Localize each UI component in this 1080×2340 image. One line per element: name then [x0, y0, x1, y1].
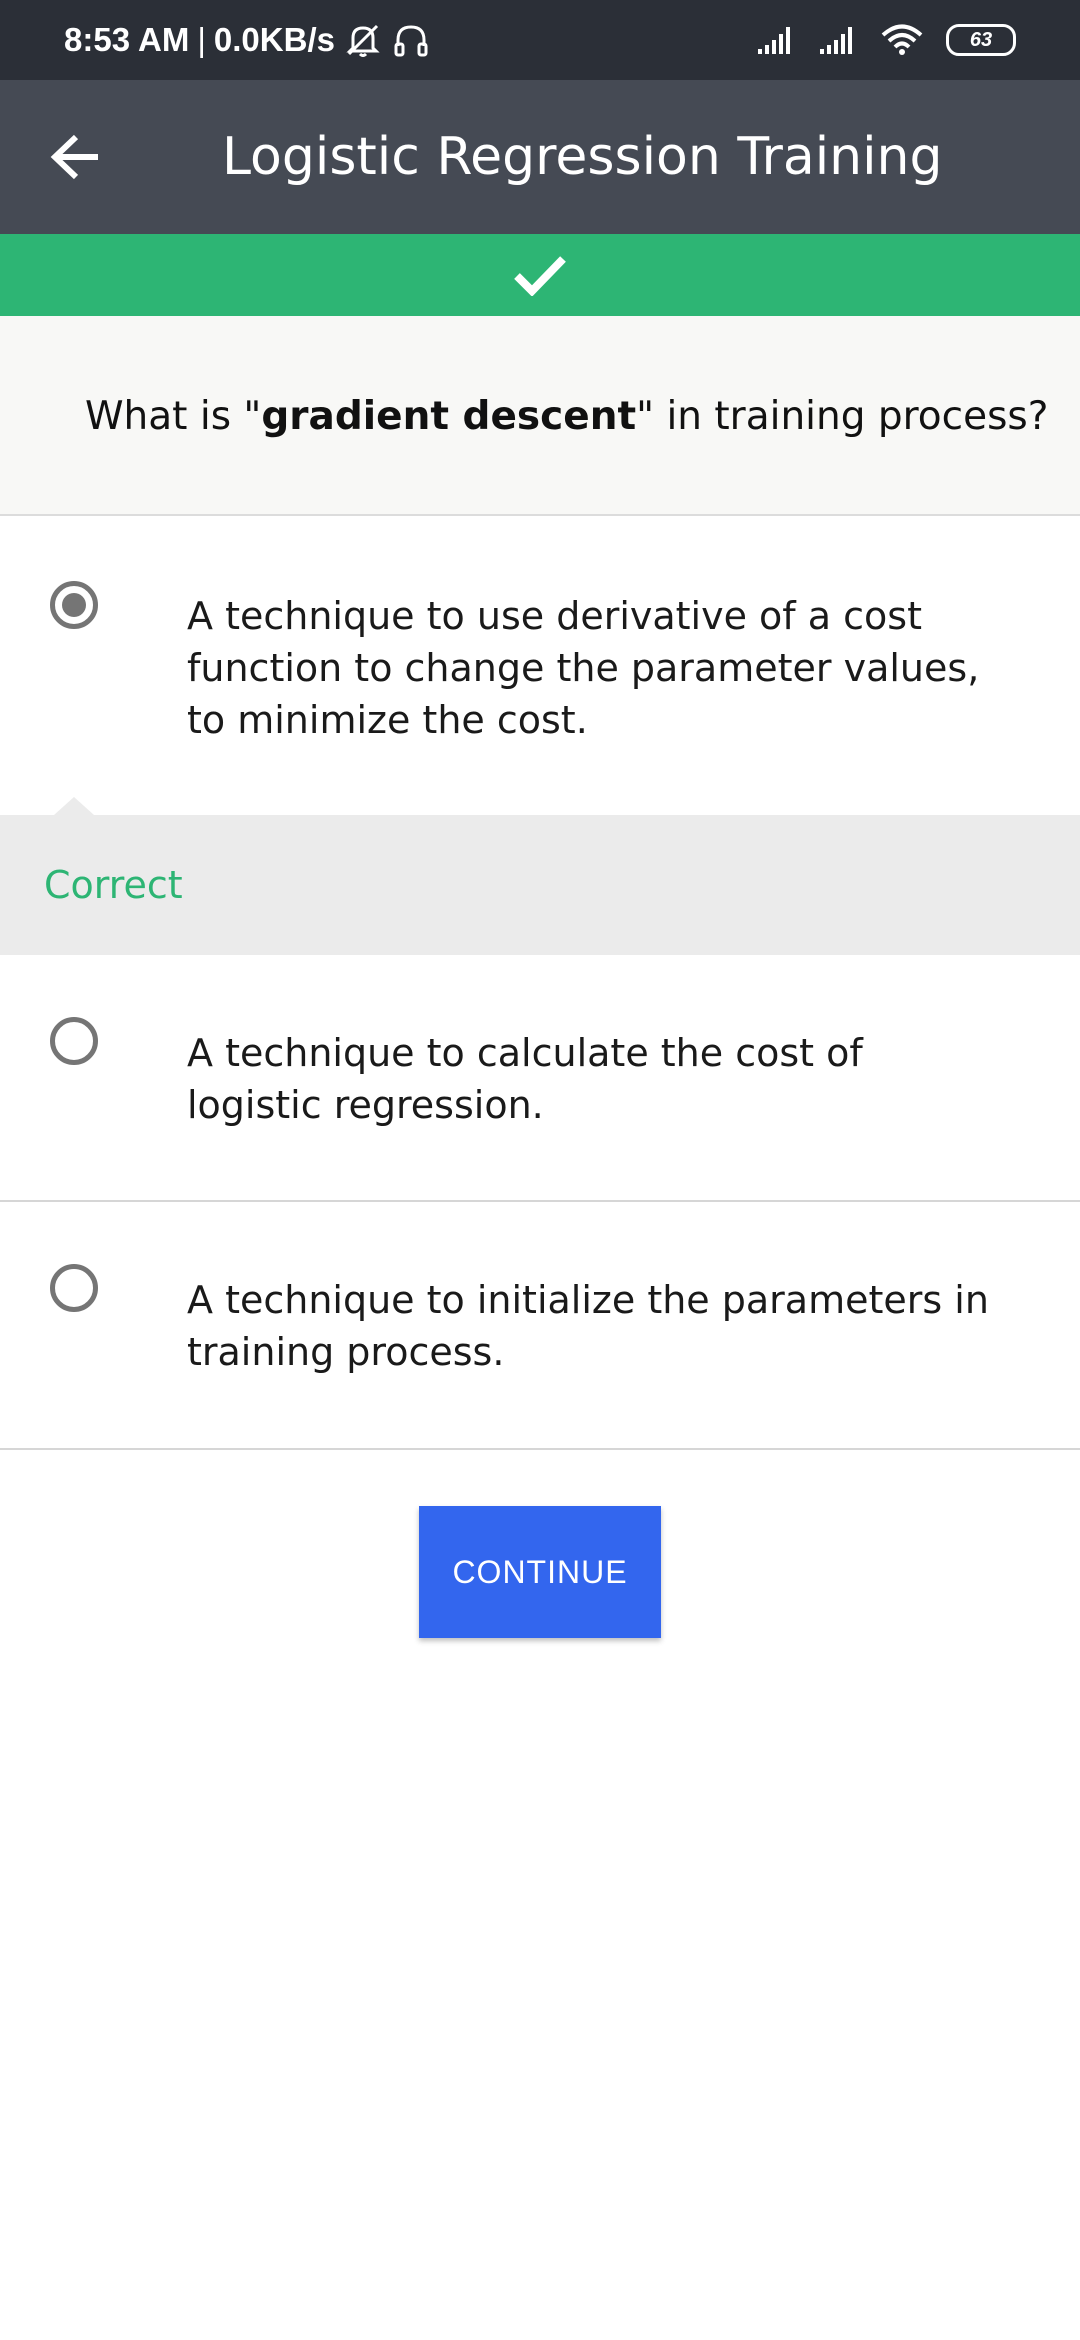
- radio-unselected-icon[interactable]: [50, 1264, 98, 1312]
- option-text: A technique to use derivative of a cost …: [187, 594, 980, 742]
- back-arrow-icon: [50, 134, 98, 180]
- feedback-panel: Correct: [0, 815, 1080, 955]
- question-term: gradient descent: [261, 393, 637, 439]
- question-suffix: " in training process?: [636, 393, 1049, 439]
- question-text: What is " gradient descent " in training p…: [85, 316, 1048, 516]
- status-separator: |: [197, 21, 206, 58]
- headset-icon: [394, 25, 428, 57]
- option-text: A technique to initialize the parameters…: [187, 1278, 989, 1374]
- feedback-pointer: [54, 797, 94, 815]
- status-bar: 8:53 AM | 0.0KB/s 63: [0, 0, 1080, 80]
- battery-icon: 63: [946, 24, 1016, 56]
- page-title: Logistic Regression Training: [222, 127, 943, 187]
- status-time: 8:53 AM: [64, 21, 190, 58]
- status-left: 8:53 AM | 0.0KB/s: [64, 0, 431, 80]
- question-prefix: What is ": [85, 393, 262, 439]
- mute-icon: [346, 24, 380, 57]
- wifi-icon: [881, 24, 923, 55]
- radio-selected-icon[interactable]: [50, 581, 98, 629]
- battery-level: 63: [969, 28, 993, 51]
- option-text: A technique to calculate the cost of log…: [187, 1031, 863, 1127]
- checkmark-icon: [514, 256, 566, 296]
- radio-unselected-icon[interactable]: [50, 1017, 98, 1065]
- continue-button[interactable]: CONTINUE: [419, 1506, 661, 1638]
- status-net-speed: 0.0KB/s: [213, 21, 335, 58]
- answer-option-2[interactable]: A technique to calculate the cost of log…: [0, 955, 1080, 1200]
- answer-option-3[interactable]: A technique to initialize the parameters…: [0, 1202, 1080, 1448]
- question-panel: What is " gradient descent " in training p…: [0, 316, 1080, 516]
- result-banner: [0, 234, 1080, 316]
- signal-icon: [820, 27, 852, 54]
- divider: [0, 1448, 1080, 1450]
- app-bar: Logistic Regression Training: [0, 80, 1080, 234]
- back-button[interactable]: [36, 117, 116, 197]
- signal-icon: [758, 27, 790, 54]
- status-right: 63: [756, 0, 1016, 80]
- answer-option-1[interactable]: A technique to use derivative of a cost …: [0, 518, 1080, 815]
- feedback-label: Correct: [44, 863, 183, 907]
